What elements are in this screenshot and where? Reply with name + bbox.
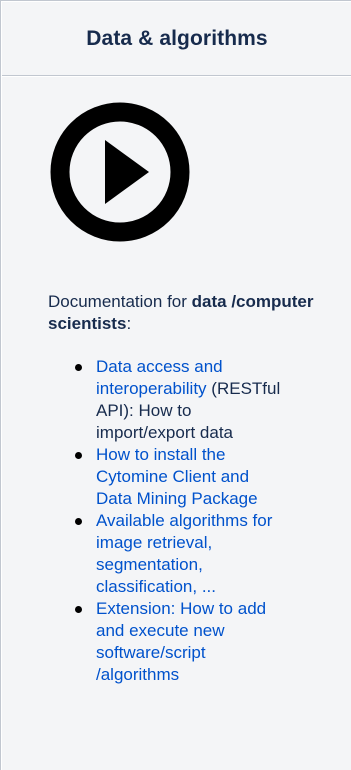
list-item: Data access and interoperability (RESTfu… (75, 356, 282, 444)
install-client-link[interactable]: How to install the Cytomine Client and D… (96, 445, 258, 508)
intro-suffix: : (126, 314, 132, 333)
documentation-link-list: Data access and interoperability (RESTfu… (75, 356, 282, 686)
play-circle-icon[interactable] (49, 101, 191, 243)
list-item: Available algorithms for image retrieval… (75, 510, 282, 598)
list-item: Extension: How to add and execute new so… (75, 598, 282, 686)
data-access-link[interactable]: Data access and interoperability (96, 357, 223, 398)
panel-header: Data & algorithms (2, 2, 351, 76)
bullet-icon (75, 606, 82, 613)
bullet-icon (75, 518, 82, 525)
intro-text: Documentation for data /computer scienti… (48, 291, 338, 335)
panel-title: Data & algorithms (86, 26, 268, 50)
intro-prefix: Documentation for (48, 292, 192, 311)
data-algorithms-panel: Data & algorithms Documentation for data… (0, 0, 351, 770)
extension-link[interactable]: Extension: How to add and execute new so… (96, 599, 266, 684)
bullet-icon (75, 364, 82, 371)
available-algorithms-link[interactable]: Available algorithms for image retrieval… (96, 511, 272, 596)
bullet-icon (75, 452, 82, 459)
panel-body: Documentation for data /computer scienti… (2, 77, 351, 770)
list-item: How to install the Cytomine Client and D… (75, 444, 282, 510)
